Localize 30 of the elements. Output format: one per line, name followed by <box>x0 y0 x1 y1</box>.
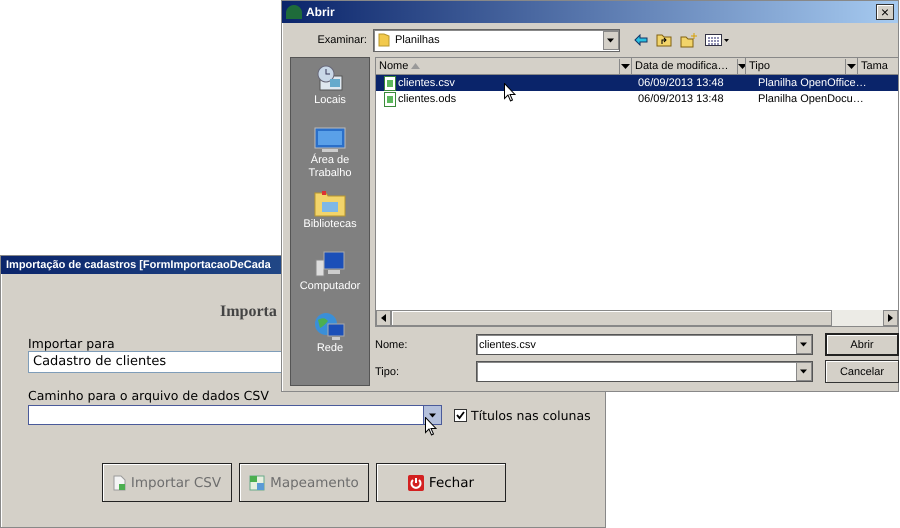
dialog-title: Abrir <box>306 5 336 19</box>
open-button[interactable]: Abrir <box>825 333 899 356</box>
file-date: 06/09/2013 13:48 <box>637 77 725 89</box>
look-in-label: Examinar: <box>316 34 368 46</box>
column-header[interactable]: Tipo <box>746 58 858 74</box>
place-item[interactable]: Bibliotecas <box>291 188 369 242</box>
file-type: Planilha OpenOffice… <box>757 77 867 89</box>
cancel-button[interactable]: Cancelar <box>825 360 899 383</box>
file-row[interactable]: clientes.ods 06/09/2013 13:48 Planilha OpenDocu… <box>376 91 898 107</box>
field-label: Caminho para o arquivo de dados CSV <box>28 388 269 403</box>
field-label: Tipo: <box>375 366 400 378</box>
field-label: Nome: <box>375 338 408 350</box>
file-name: clientes.ods <box>398 93 456 105</box>
file-name-field[interactable]: clientes.csv <box>476 334 813 355</box>
column-header[interactable]: Nome <box>376 58 632 74</box>
file-type: Planilha OpenDocu… <box>757 93 864 105</box>
place-item[interactable]: Rede <box>291 312 369 366</box>
action-button[interactable]: Fechar <box>376 463 506 502</box>
look-in-combo[interactable]: Planilhas <box>373 28 620 52</box>
field-label: Importar para <box>28 336 115 351</box>
column-header[interactable]: Data de modifica… <box>632 58 746 74</box>
form-heading: Importa <box>220 303 277 321</box>
place-item[interactable]: Locais <box>291 64 369 118</box>
close-button[interactable]: × <box>876 4 894 20</box>
file-name: clientes.csv <box>398 77 455 89</box>
file-row[interactable]: clientes.csv 06/09/2013 13:48 Planilha OpenOffice… <box>376 75 898 91</box>
column-header[interactable]: Tama <box>858 58 898 74</box>
checkbox-label: Títulos nas colunas <box>471 408 591 422</box>
file-date: 06/09/2013 13:48 <box>637 93 725 105</box>
place-item[interactable]: Área de Trabalho <box>291 126 369 180</box>
